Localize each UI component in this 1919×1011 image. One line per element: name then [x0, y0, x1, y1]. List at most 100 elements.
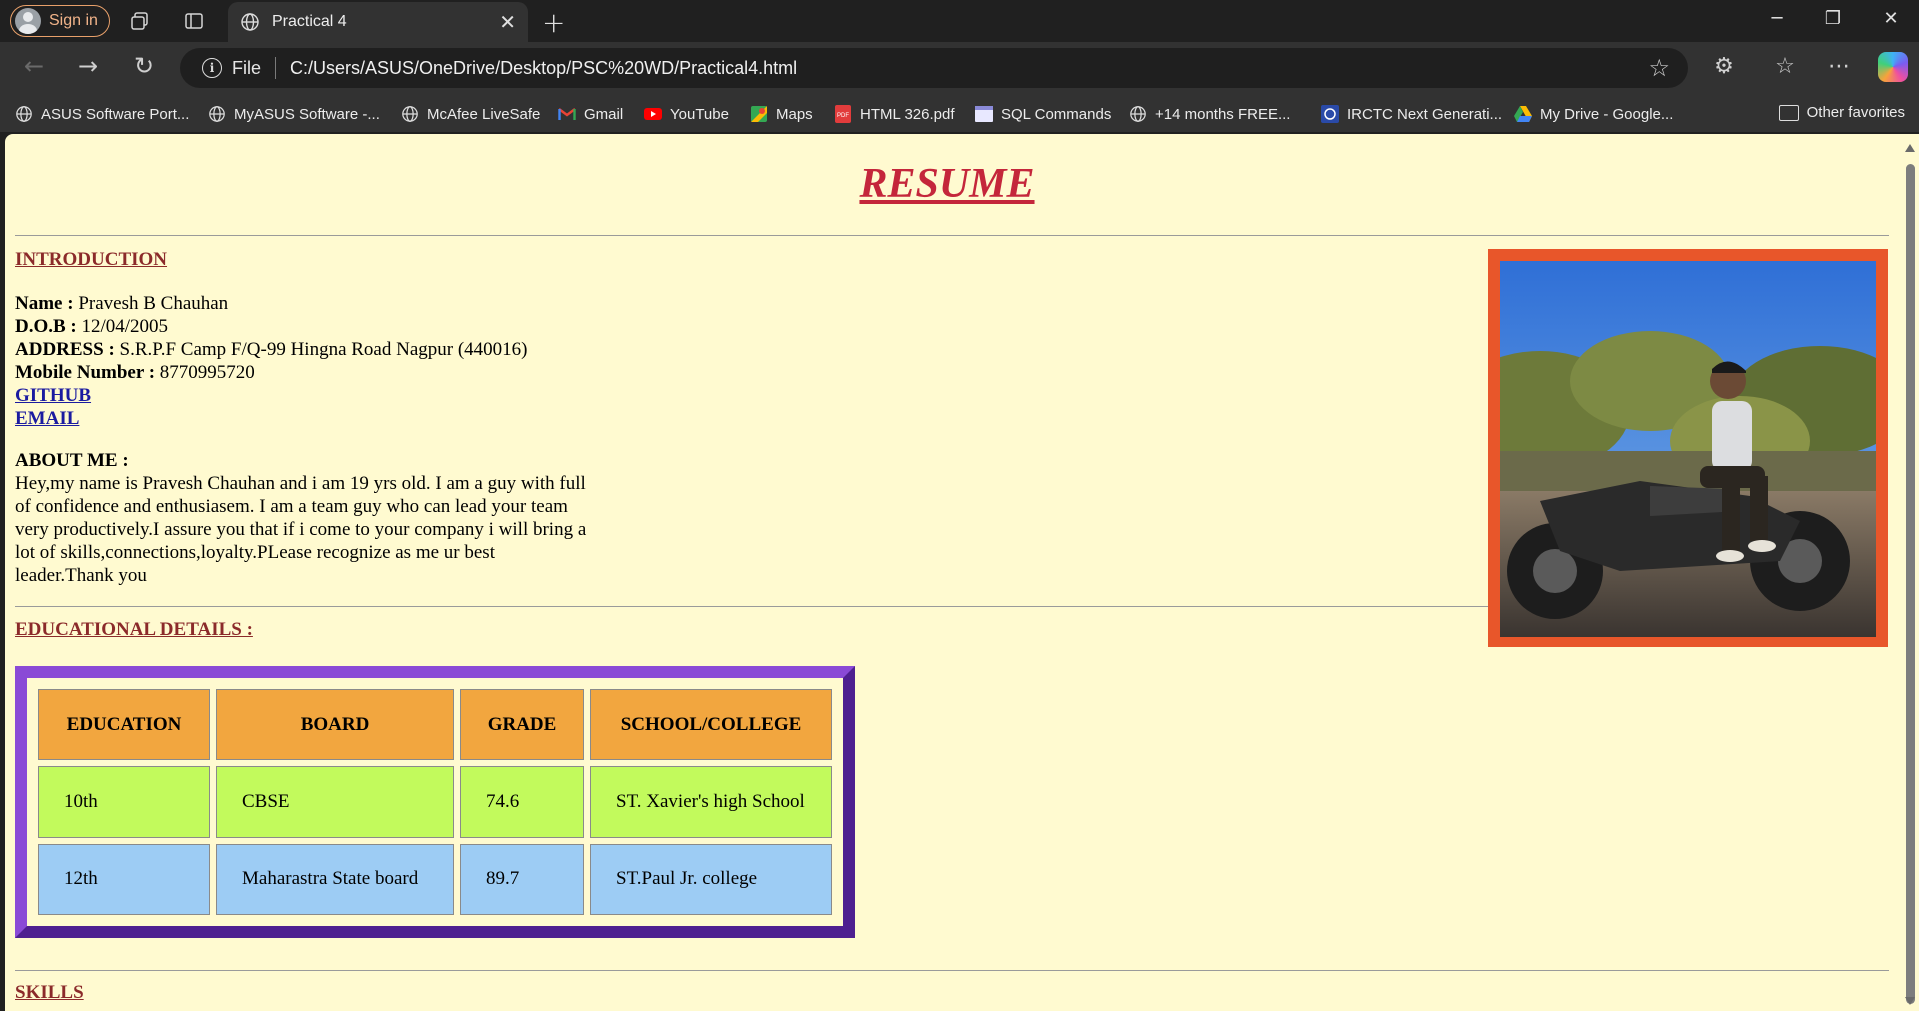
globe-icon — [400, 104, 420, 124]
site-info-icon[interactable]: i — [202, 58, 222, 78]
name-value: Pravesh B Chauhan — [78, 293, 229, 314]
bookmark-sql-commands[interactable]: SQL Commands — [974, 104, 1111, 124]
bookmark-label: MyASUS Software -... — [234, 105, 380, 123]
skills-heading: SKILLS — [15, 982, 84, 1003]
about-heading: ABOUT ME : — [15, 450, 129, 471]
page-scrollbar[interactable] — [1901, 134, 1919, 1011]
folder-icon — [1778, 104, 1799, 121]
table-header: EDUCATION — [38, 689, 210, 761]
bookmark-label: ASUS Software Port... — [41, 105, 190, 123]
scrollbar-thumb[interactable] — [1906, 164, 1915, 1004]
github-link[interactable]: GITHUB — [15, 385, 91, 406]
dob-line: D.O.B : 12/04/2005 — [15, 315, 168, 338]
profile-photo — [1500, 261, 1876, 637]
email-link[interactable]: EMAIL — [15, 408, 79, 429]
bookmark-label: McAfee LiveSafe — [427, 105, 541, 123]
page-icon — [974, 104, 994, 124]
globe-icon — [1128, 104, 1148, 124]
address-separator — [275, 57, 277, 79]
reload-button[interactable]: ↻ — [128, 52, 160, 80]
table-header: BOARD — [216, 689, 454, 761]
mobile-value: 8770995720 — [159, 362, 255, 383]
bookmark-label: YouTube — [670, 105, 729, 123]
drive-icon — [1513, 104, 1533, 124]
table-row: 12th Maharastra State board 89.7 ST.Paul… — [38, 843, 832, 915]
pdf-icon: PDF — [833, 104, 853, 124]
divider — [15, 970, 1889, 971]
bookmark-html-326-pdf[interactable]: PDF HTML 326.pdf — [833, 104, 955, 124]
globe-icon — [241, 13, 259, 31]
close-window-button[interactable]: ✕ — [1868, 8, 1914, 29]
profile-photo-frame — [1488, 249, 1888, 647]
other-favorites-label: Other favorites — [1806, 104, 1905, 121]
table-cell: CBSE — [216, 766, 454, 838]
copilot-icon[interactable] — [1878, 52, 1908, 82]
scroll-up-arrow-icon[interactable] — [1905, 144, 1915, 152]
tab-practical-4[interactable]: Practical 4 ✕ — [228, 2, 528, 42]
bookmark-youtube[interactable]: YouTube — [643, 104, 729, 124]
about-text: Hey,my name is Pravesh Chauhan and i am … — [15, 473, 587, 586]
new-tab-button[interactable]: + — [542, 6, 565, 39]
profile-signin-button[interactable]: Sign in — [10, 5, 110, 37]
bookmark-gmail[interactable]: Gmail — [557, 104, 623, 124]
more-menu-icon[interactable]: ⋯ — [1824, 54, 1854, 79]
educational-details-heading: EDUCATIONAL DETAILS : — [15, 619, 253, 640]
minimize-button[interactable]: ─ — [1754, 8, 1800, 29]
bookmark-label: +14 months FREE... — [1155, 105, 1291, 123]
youtube-icon — [643, 104, 663, 124]
table-header: SCHOOL/COLLEGE — [590, 689, 832, 761]
address-url[interactable]: C:/Users/ASUS/OneDrive/Desktop/PSC%20WD/… — [290, 58, 1648, 79]
bookmark-label: SQL Commands — [1001, 105, 1112, 123]
extensions-icon[interactable]: ⚙ — [1709, 54, 1739, 79]
table-row: 10th CBSE 74.6 ST. Xavier's high School — [38, 766, 832, 838]
bookmark-14-months-free[interactable]: +14 months FREE... — [1128, 104, 1290, 124]
address-label: ADDRESS : — [15, 339, 115, 360]
bookmark-label: Maps — [776, 105, 813, 123]
name-line: Name : Pravesh B Chauhan — [15, 292, 228, 315]
divider — [15, 606, 1495, 607]
favorite-star-icon[interactable]: ☆ — [1648, 54, 1670, 82]
table-cell: Maharastra State board — [216, 843, 454, 915]
back-button[interactable]: ← — [18, 52, 50, 80]
introduction-heading: INTRODUCTION — [15, 249, 168, 270]
close-tab-icon[interactable]: ✕ — [499, 10, 516, 34]
vertical-tabs-icon[interactable] — [182, 9, 206, 33]
bookmarks-bar: ASUS Software Port... MyASUS Software -.… — [0, 94, 1919, 132]
page-viewport: RESUME INTRODUCTION Name : Pravesh B Cha… — [5, 134, 1901, 1011]
gmail-icon — [557, 104, 577, 124]
workspaces-icon[interactable] — [128, 9, 152, 33]
favorites-icon[interactable]: ☆ — [1770, 54, 1800, 79]
table-cell: 74.6 — [460, 766, 584, 838]
globe-icon — [14, 104, 34, 124]
bookmark-my-drive[interactable]: My Drive - Google... — [1513, 104, 1673, 124]
bookmark-label: My Drive - Google... — [1540, 105, 1674, 123]
dob-value: 12/04/2005 — [81, 316, 169, 337]
bookmark-maps[interactable]: Maps — [749, 104, 813, 124]
table-cell: ST.Paul Jr. college — [590, 843, 832, 915]
tab-title: Practical 4 — [272, 13, 347, 30]
svg-text:PDF: PDF — [837, 113, 849, 119]
other-favorites-folder[interactable]: Other favorites — [1778, 104, 1905, 121]
bookmark-label: IRCTC Next Generati... — [1347, 105, 1503, 123]
bookmark-irctc[interactable]: IRCTC Next Generati... — [1320, 104, 1502, 124]
address-scheme-label: File — [232, 57, 262, 78]
mobile-line: Mobile Number : 8770995720 — [15, 361, 255, 384]
scroll-down-arrow-icon[interactable] — [1905, 997, 1915, 1005]
browser-toolbar: ← → ↻ i File C:/Users/ASUS/OneDrive/Desk… — [0, 42, 1919, 94]
bookmark-asus-software-portal[interactable]: ASUS Software Port... — [14, 104, 189, 124]
signin-label: Sign in — [49, 12, 98, 29]
globe-icon — [207, 104, 227, 124]
forward-button[interactable]: → — [72, 52, 104, 80]
table-cell: ST. Xavier's high School — [590, 766, 832, 838]
resume-title: RESUME — [859, 161, 1035, 207]
education-table: EDUCATION BOARD GRADE SCHOOL/COLLEGE 10t… — [32, 683, 838, 921]
table-cell: 12th — [38, 843, 210, 915]
bookmark-myasus-software[interactable]: MyASUS Software -... — [207, 104, 380, 124]
table-header: GRADE — [460, 689, 584, 761]
bookmark-label: Gmail — [584, 105, 624, 123]
address-bar[interactable]: i File C:/Users/ASUS/OneDrive/Desktop/PS… — [180, 48, 1688, 88]
maps-icon — [749, 104, 769, 124]
address-value: S.R.P.F Camp F/Q-99 Hingna Road Nagpur (… — [119, 339, 528, 360]
restore-button[interactable]: ❐ — [1810, 8, 1856, 29]
bookmark-mcafee-livesafe[interactable]: McAfee LiveSafe — [400, 104, 540, 124]
